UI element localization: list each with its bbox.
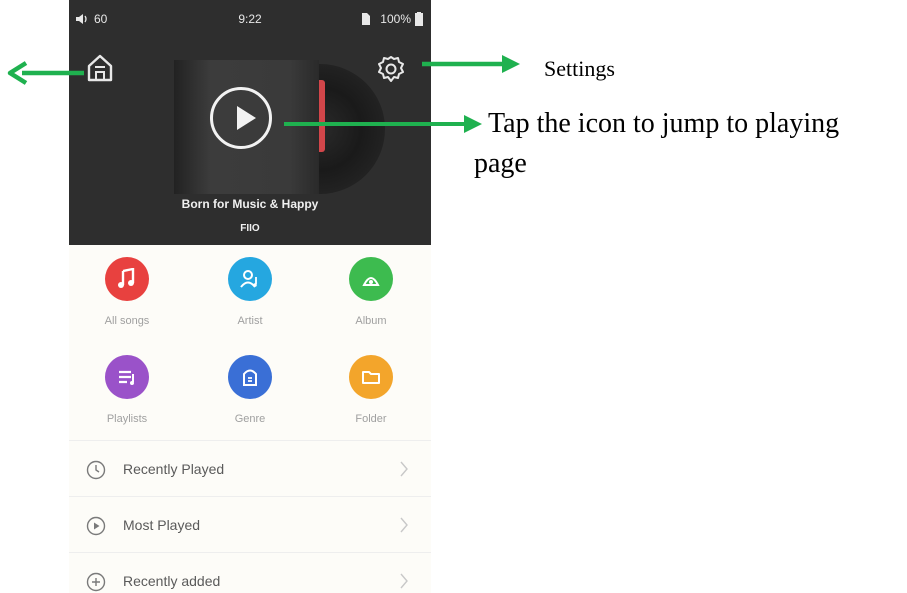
play-arrow [284,115,482,133]
genre-icon [228,355,272,399]
category-label: Artist [237,315,263,327]
play-button[interactable] [210,87,272,149]
category-folder[interactable]: Folder [321,355,421,425]
music-note-icon [105,257,149,301]
list-item-label: Most Played [123,517,201,533]
play-circle-icon [86,516,106,536]
phone-screen: 60 9:22 100% Born for Music & Happy FIIO… [69,0,431,593]
folder-icon [349,355,393,399]
chevron-right-icon [400,573,408,589]
list-item-recently-played[interactable]: Recently Played [69,440,431,497]
status-bar: 60 9:22 100% [69,0,431,36]
list-item-most-played[interactable]: Most Played [69,496,431,553]
battery-indicator: 100% [360,12,423,26]
album-icon [349,257,393,301]
list-item-label: Recently Played [123,461,225,477]
category-label: Genre [234,413,266,425]
play-annotation-line1: Tap the icon to jump to playing [488,108,840,139]
plus-circle-icon [86,572,106,592]
category-label: All songs [104,315,150,327]
battery-percent: 100% [380,12,411,26]
list-item-recently-added[interactable]: Recently added [69,552,431,593]
settings-arrow [422,55,520,73]
category-label: Folder [355,413,387,425]
category-genre[interactable]: Genre [200,355,300,425]
category-artist[interactable]: Artist [200,257,300,327]
battery-icon [415,12,423,26]
home-arrow [7,61,84,85]
list-item-label: Recently added [123,573,221,589]
play-annotation-line2: page [474,148,527,179]
category-label: Album [355,315,387,327]
artist-icon [228,257,272,301]
chevron-right-icon [400,517,408,533]
category-playlists[interactable]: Playlists [77,355,177,425]
category-album[interactable]: Album [321,257,421,327]
category-all-songs[interactable]: All songs [77,257,177,327]
playlist-icon [105,355,149,399]
clock-icon [86,460,106,480]
chevron-right-icon [400,461,408,477]
song-title: Born for Music & Happy [181,197,319,211]
gear-icon[interactable] [376,54,406,84]
sim-card-icon [362,13,371,25]
category-label: Playlists [106,413,148,425]
settings-annotation: Settings [544,56,615,81]
song-artist: FIIO [240,223,260,234]
category-grid: All songs Artist Album Playlists Genre F… [69,245,431,440]
play-icon [237,106,256,130]
